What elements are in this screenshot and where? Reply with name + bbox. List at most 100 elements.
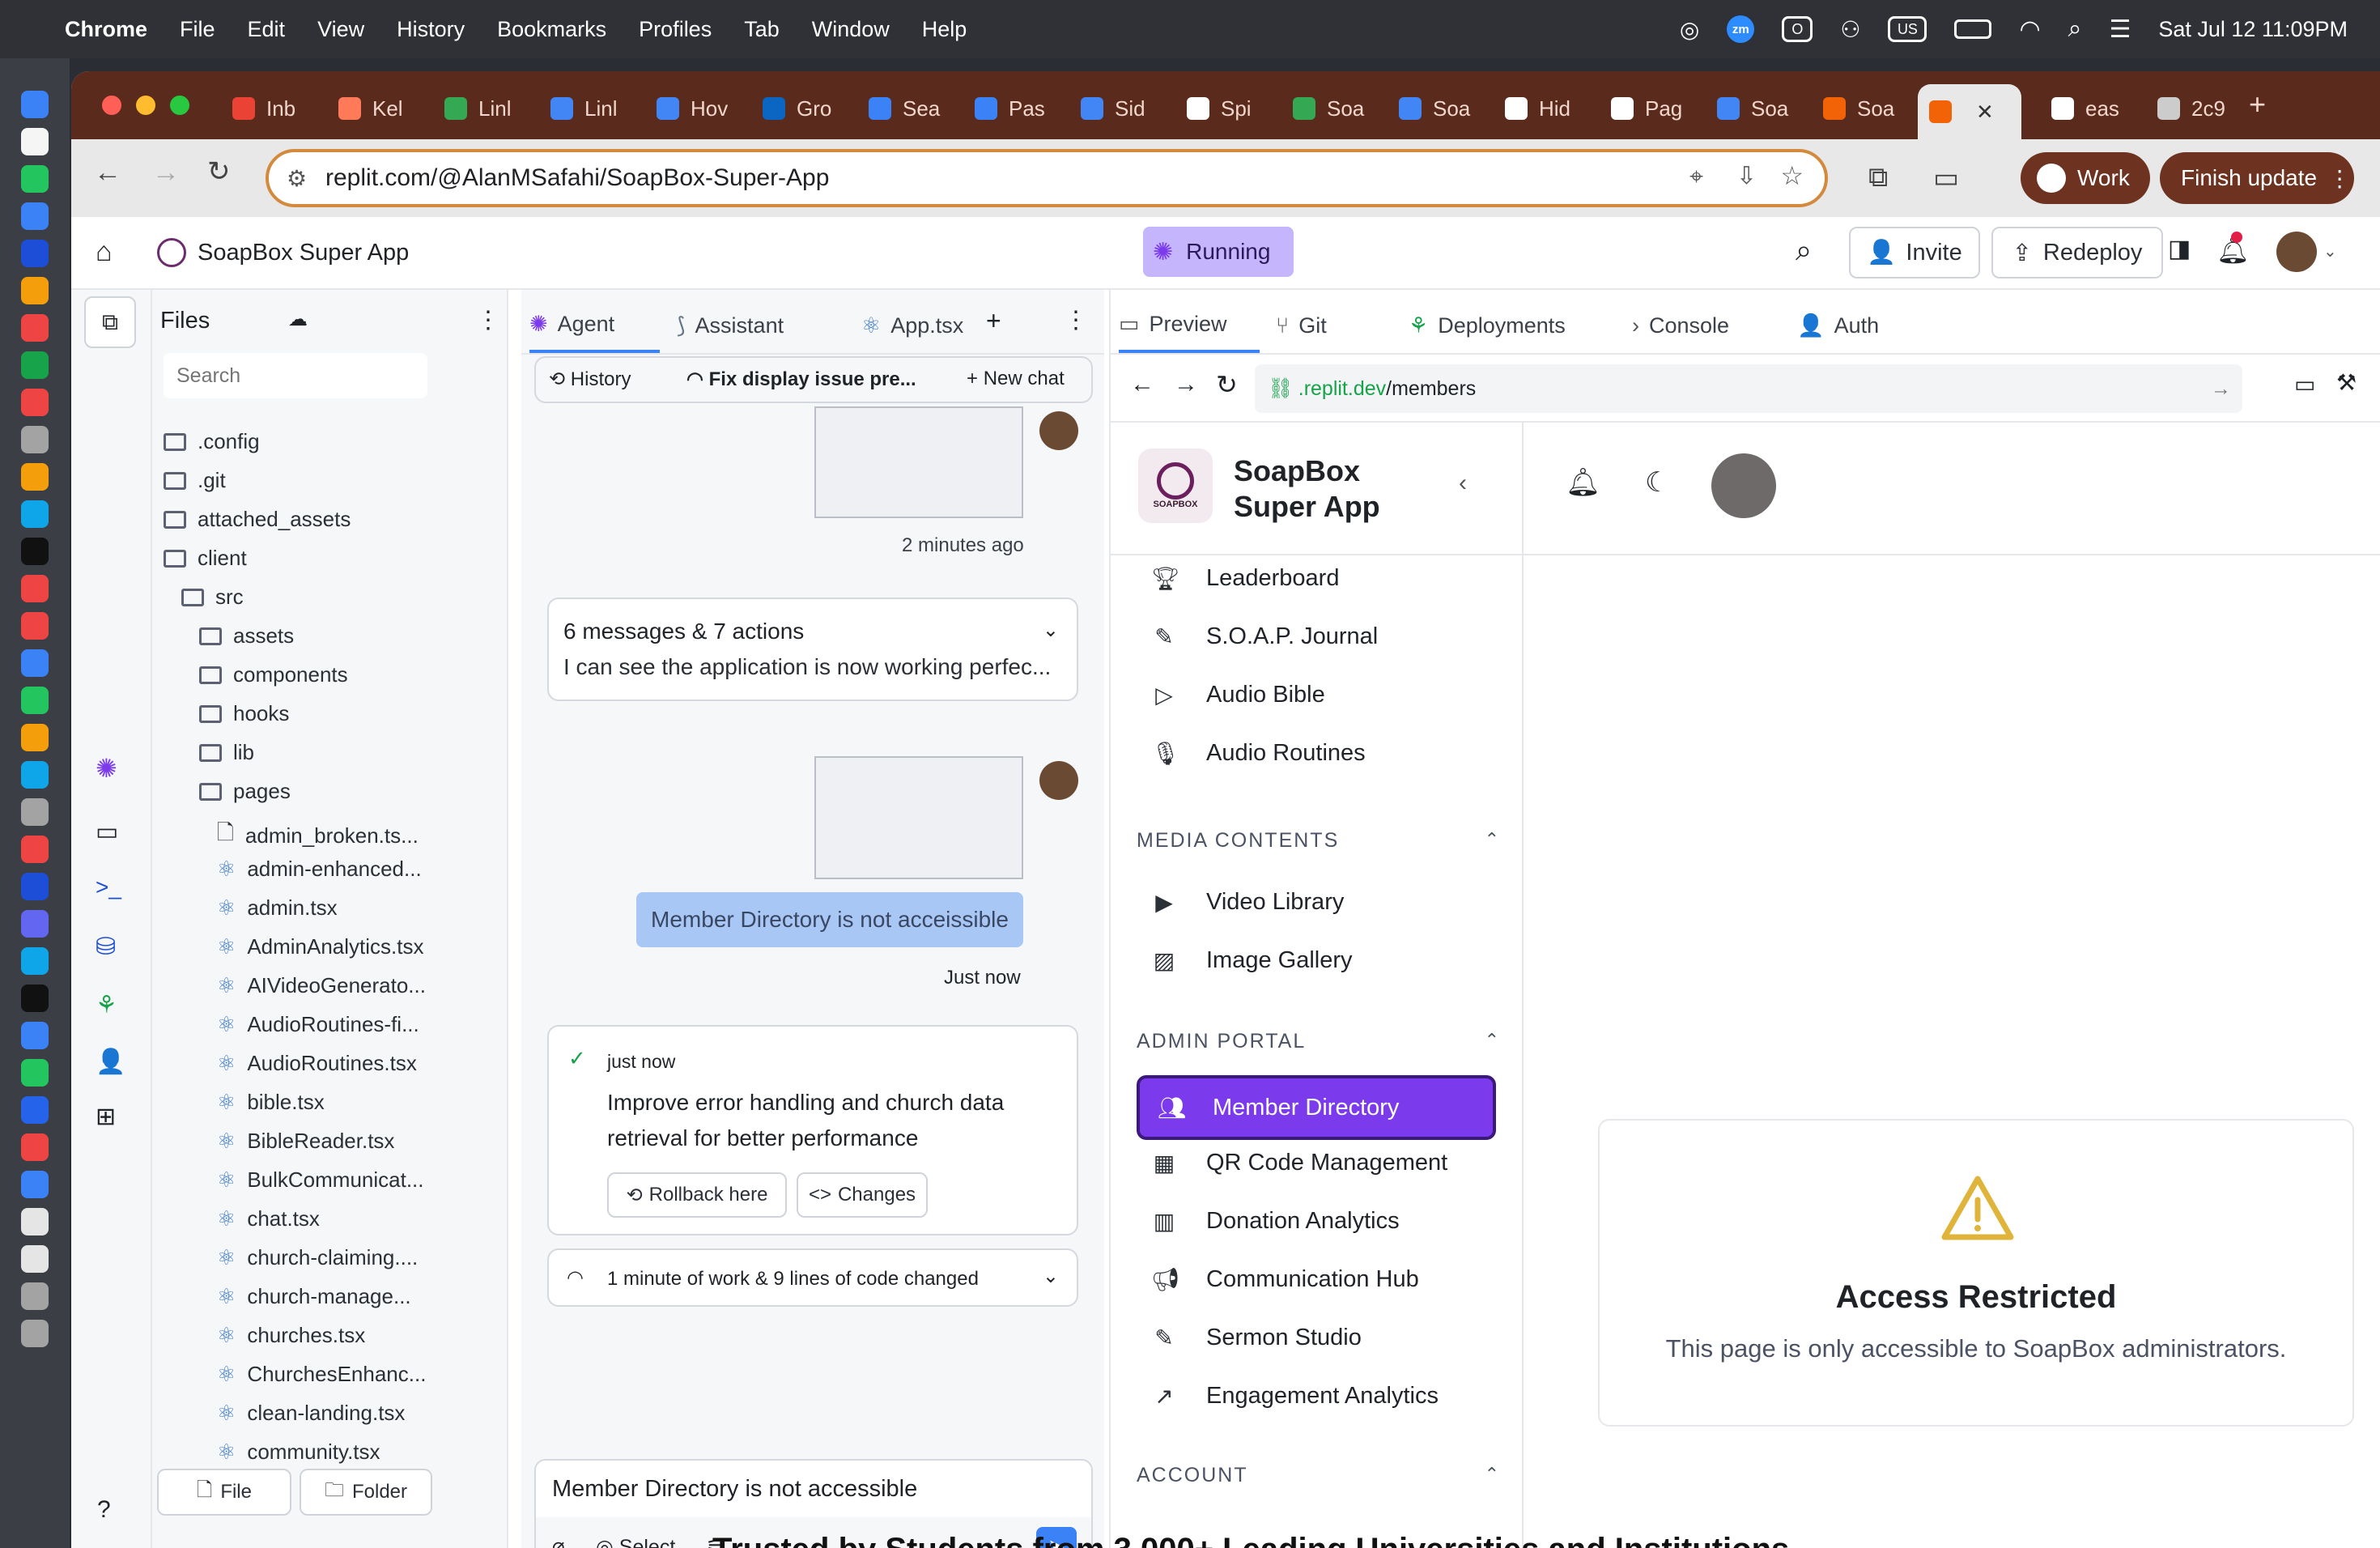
folder-item[interactable]: attached_assets bbox=[164, 507, 351, 532]
folder-item[interactable]: src bbox=[181, 585, 244, 610]
nav-item[interactable]: 🏆︎ Leaderboard bbox=[1151, 565, 1339, 592]
all-tools-icon[interactable]: ⊞ bbox=[96, 1103, 116, 1131]
nav-item[interactable]: ↗ Engagement Analytics bbox=[1151, 1383, 1439, 1410]
menu-profiles[interactable]: Profiles bbox=[639, 17, 712, 42]
outlook-icon[interactable]: O bbox=[1782, 16, 1813, 42]
add-tab-icon[interactable]: + bbox=[986, 306, 1001, 336]
teams-icon[interactable]: ⚇ bbox=[1840, 16, 1860, 43]
history-button[interactable]: ⟲ History bbox=[549, 368, 631, 391]
browser-tab[interactable]: Inb bbox=[221, 87, 318, 130]
reload-icon[interactable]: ↻ bbox=[1216, 369, 1238, 400]
browser-tab[interactable]: Soa bbox=[1281, 87, 1379, 130]
file-item[interactable]: ⚛ AudioRoutines.tsx bbox=[217, 1051, 417, 1076]
dock-app-icon[interactable] bbox=[21, 798, 49, 826]
menu-bookmarks[interactable]: Bookmarks bbox=[497, 17, 606, 42]
browser-tab[interactable]: Pas bbox=[963, 87, 1060, 130]
devtools-icon[interactable]: ⚒ bbox=[2336, 369, 2357, 396]
dock-app-icon[interactable] bbox=[21, 202, 49, 230]
files-search-input[interactable] bbox=[164, 353, 427, 398]
browser-tab[interactable]: Spi bbox=[1175, 87, 1273, 130]
bookmark-star-icon[interactable]: ☆ bbox=[1780, 160, 1804, 191]
file-item[interactable]: ⚛ AudioRoutines-fi... bbox=[217, 1012, 419, 1037]
file-item[interactable]: ⚛ AIVideoGenerato... bbox=[217, 973, 426, 998]
user-avatar[interactable] bbox=[1711, 453, 1776, 518]
menu-file[interactable]: File bbox=[180, 17, 215, 42]
shell-icon[interactable]: >_ bbox=[96, 874, 121, 900]
browser-tab[interactable]: Linl bbox=[433, 87, 530, 130]
moon-icon[interactable]: ☾ bbox=[1645, 466, 1669, 499]
folder-item[interactable]: pages bbox=[199, 779, 291, 804]
address-bar[interactable]: ⚙ replit.com/@AlanMSafahi/SoapBox-Super-… bbox=[266, 149, 1828, 207]
browser-tab[interactable]: Soa bbox=[1812, 87, 1909, 130]
minimize-window-button[interactable] bbox=[136, 96, 155, 115]
dock-app-icon[interactable] bbox=[21, 1059, 49, 1087]
user-avatar[interactable] bbox=[2276, 232, 2317, 272]
menu-window[interactable]: Window bbox=[812, 17, 890, 42]
new-tab-button[interactable]: + bbox=[2249, 87, 2266, 121]
chevron-up-icon[interactable]: ⌃ bbox=[1485, 1030, 1499, 1051]
browser-tab[interactable]: eas bbox=[2040, 87, 2137, 130]
file-item[interactable]: ⚛ clean-landing.tsx bbox=[217, 1401, 405, 1426]
dock-app-icon[interactable] bbox=[21, 836, 49, 863]
chevron-up-icon[interactable]: ⌃ bbox=[1485, 1464, 1499, 1485]
folder-item[interactable]: .config bbox=[164, 429, 260, 454]
dock-app-icon[interactable] bbox=[21, 910, 49, 938]
folder-item[interactable]: lib bbox=[199, 740, 254, 765]
folder-item[interactable]: .git bbox=[164, 468, 226, 493]
browser-tab[interactable]: Hid bbox=[1494, 87, 1591, 130]
dock-app-icon[interactable] bbox=[21, 389, 49, 416]
dock-app-icon[interactable] bbox=[21, 724, 49, 751]
attach-icon[interactable]: ⌀ bbox=[552, 1533, 565, 1548]
folder-item[interactable]: components bbox=[199, 662, 348, 687]
nav-item[interactable]: ▶ Video Library bbox=[1151, 889, 1344, 916]
dock-app-icon[interactable] bbox=[21, 277, 49, 304]
extensions-icon[interactable]: ⧉ bbox=[1868, 162, 1888, 194]
tab-preview[interactable]: ▭ Preview bbox=[1119, 298, 1260, 353]
nav-section-heading[interactable]: ACCOUNT bbox=[1137, 1464, 1248, 1487]
dock-app-icon[interactable] bbox=[21, 575, 49, 602]
file-item[interactable]: ⚛ BulkCommunicat... bbox=[217, 1167, 424, 1193]
agent-menu-icon[interactable]: ⋮ bbox=[1064, 306, 1088, 334]
reading-mode-icon[interactable]: ▭ bbox=[1933, 162, 1959, 194]
auth-icon[interactable]: 👤 bbox=[96, 1048, 125, 1076]
invite-button[interactable]: 👤 Invite bbox=[1849, 227, 1980, 279]
nav-item[interactable]: ▨ Image Gallery bbox=[1151, 947, 1353, 974]
browser-tab[interactable]: Soa bbox=[1388, 87, 1485, 130]
dock-app-icon[interactable] bbox=[21, 500, 49, 528]
bell-icon[interactable]: 🔔︎ bbox=[1566, 466, 1600, 499]
browser-tab[interactable]: 2c9 bbox=[2146, 87, 2243, 130]
file-item[interactable]: ⚛ BibleReader.tsx bbox=[217, 1129, 394, 1154]
dock-app-icon[interactable] bbox=[21, 463, 49, 491]
agent-icon[interactable]: ✺ bbox=[96, 753, 117, 784]
nav-item[interactable]: ▷ Audio Bible bbox=[1151, 682, 1325, 708]
tab-agent[interactable]: ✺ Agent bbox=[529, 298, 661, 353]
current-chat-title[interactable]: ◠ Fix display issue pre... bbox=[686, 368, 916, 391]
explorer-icon[interactable]: ⧉ bbox=[84, 296, 136, 348]
dock-app-icon[interactable] bbox=[21, 1096, 49, 1124]
dock-app-icon[interactable] bbox=[21, 1245, 49, 1273]
battery-icon[interactable] bbox=[1954, 19, 1992, 39]
file-item[interactable]: ⚛ ChurchesEnhanc... bbox=[217, 1362, 426, 1387]
project-title[interactable]: SoapBox Super App bbox=[198, 240, 409, 266]
dock-app-icon[interactable] bbox=[21, 1022, 49, 1049]
nav-item[interactable]: ✎ Sermon Studio bbox=[1151, 1325, 1362, 1351]
folder-item[interactable]: assets bbox=[199, 623, 294, 649]
browser-tab[interactable]: ✕ bbox=[1918, 84, 2021, 139]
dock-app-icon[interactable] bbox=[21, 761, 49, 789]
browser-tab[interactable]: Soa bbox=[1706, 87, 1803, 130]
nav-section-heading[interactable]: MEDIA CONTENTS bbox=[1137, 829, 1339, 853]
file-item[interactable]: ⚛ admin-enhanced... bbox=[217, 857, 422, 882]
dock-app-icon[interactable] bbox=[21, 687, 49, 714]
chat-input[interactable] bbox=[536, 1461, 1091, 1517]
dock-app-icon[interactable] bbox=[21, 1171, 49, 1198]
devices-icon[interactable]: ▭ bbox=[2294, 371, 2315, 398]
file-item[interactable]: 🗋 admin_broken.ts... bbox=[217, 818, 419, 853]
reload-icon[interactable]: ↻ bbox=[207, 155, 231, 188]
deployments-icon[interactable]: ⚘ bbox=[96, 991, 117, 1019]
file-item[interactable]: ⚛ AdminAnalytics.tsx bbox=[217, 934, 424, 959]
close-window-button[interactable] bbox=[102, 96, 121, 115]
folder-item[interactable]: hooks bbox=[199, 701, 289, 726]
menu-edit[interactable]: Edit bbox=[248, 17, 286, 42]
chevron-up-icon[interactable]: ⌃ bbox=[1485, 829, 1499, 850]
dock-app-icon[interactable] bbox=[21, 1208, 49, 1235]
